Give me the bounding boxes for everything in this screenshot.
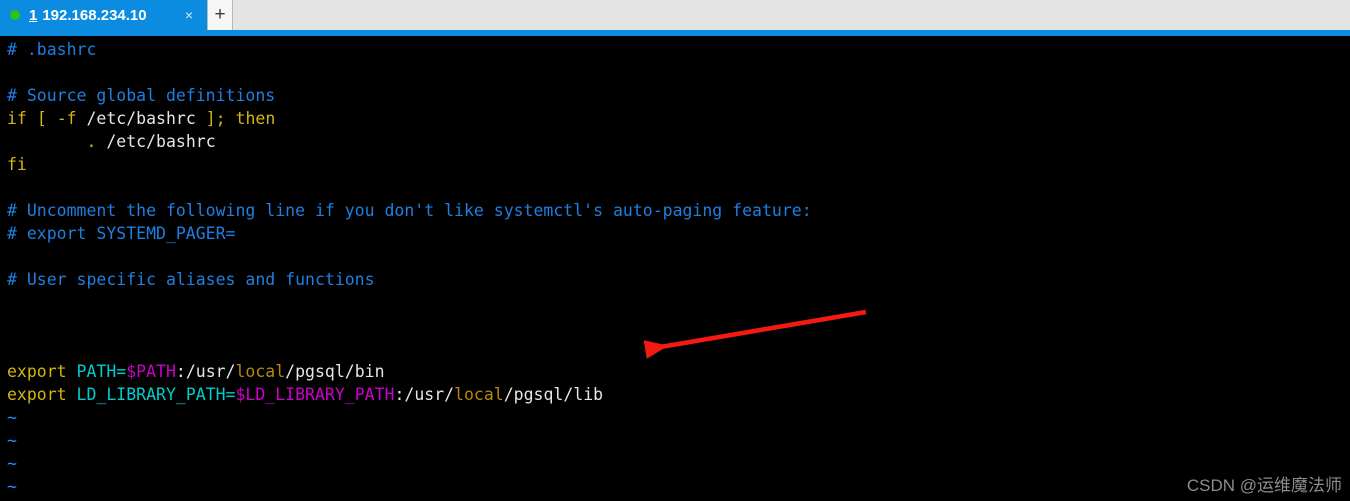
close-icon[interactable]: × xyxy=(185,8,193,22)
terminal-text-segment: ~ xyxy=(7,431,17,450)
terminal-text-segment: ]; xyxy=(205,109,226,128)
terminal-text-segment: $PATH xyxy=(126,362,176,381)
terminal-text-segment: # Source global definitions xyxy=(7,86,276,105)
terminal-line: . /etc/bashrc xyxy=(7,130,1350,153)
tab-index-label: 1 xyxy=(29,6,38,24)
terminal-text-segment: # export SYSTEMD_PAGER= xyxy=(7,224,236,243)
terminal-text-segment: :/usr/ xyxy=(394,385,455,404)
terminal-line: # .bashrc xyxy=(7,38,1350,61)
watermark-text: CSDN @运维魔法师 xyxy=(1186,476,1342,495)
connection-status-dot-icon xyxy=(10,10,20,20)
terminal-text-segment: /pgsql/bin xyxy=(285,362,385,381)
terminal-line: ~ xyxy=(7,429,1350,452)
terminal-text-segment: then xyxy=(235,109,276,128)
terminal-text-segment: /pgsql/lib xyxy=(503,385,604,404)
terminal-line: export PATH=$PATH:/usr/local/pgsql/bin xyxy=(7,360,1350,383)
terminal-text-segment: LD_LIBRARY_PATH= xyxy=(76,385,236,404)
terminal-window: 1 192.168.234.10 × + # .bashrc # Source g… xyxy=(0,0,1350,501)
terminal-line: # Source global definitions xyxy=(7,84,1350,107)
terminal-line: if [ -f /etc/bashrc ]; then xyxy=(7,107,1350,130)
terminal-text-segment: /etc/bashrc xyxy=(96,132,216,151)
terminal-text-segment: $LD_LIBRARY_PATH xyxy=(235,385,395,404)
terminal-text-segment: ~ xyxy=(7,454,17,473)
new-tab-button[interactable]: + xyxy=(207,0,233,30)
terminal-text-segment: local xyxy=(454,385,504,404)
terminal-text-segment: [ xyxy=(36,109,47,128)
terminal-line: ~ xyxy=(7,475,1350,498)
terminal-text-segment: # User specific aliases and functions xyxy=(7,270,375,289)
terminal-text-segment: export xyxy=(7,385,67,404)
tab-bar-empty-area xyxy=(233,0,1350,30)
terminal-line: # export SYSTEMD_PAGER= xyxy=(7,222,1350,245)
terminal-line: fi xyxy=(7,153,1350,176)
terminal-text-segment: -f xyxy=(56,109,77,128)
tab-bar: 1 192.168.234.10 × + xyxy=(0,0,1350,30)
terminal-text-segment: ~ xyxy=(7,408,17,427)
terminal-text-segment: /etc/bashrc xyxy=(76,109,206,128)
terminal-text-segment: fi xyxy=(7,155,27,174)
terminal-text-segment: local xyxy=(235,362,286,381)
terminal-text-segment: ~ xyxy=(7,477,17,496)
terminal-text-segment: export xyxy=(7,362,67,381)
terminal-text-segment: # Uncomment the following line if you do… xyxy=(7,201,812,220)
terminal-line: # Uncomment the following line if you do… xyxy=(7,199,1350,222)
terminal-text-segment: :/usr/ xyxy=(175,362,236,381)
terminal-text-segment: PATH= xyxy=(76,362,127,381)
terminal-line: # User specific aliases and functions xyxy=(7,268,1350,291)
terminal-text-segment: # .bashrc xyxy=(7,40,97,59)
terminal-line: ~ xyxy=(7,452,1350,475)
tab-session-1[interactable]: 1 192.168.234.10 × xyxy=(0,0,207,30)
terminal-line: export LD_LIBRARY_PATH=$LD_LIBRARY_PATH:… xyxy=(7,383,1350,406)
tab-title-label: 192.168.234.10 xyxy=(42,6,147,24)
terminal-line: ~ xyxy=(7,406,1350,429)
terminal-text-segment: if xyxy=(7,109,27,128)
terminal-text-segment: . xyxy=(86,132,97,151)
terminal-output[interactable]: # .bashrc # Source global definitions if [… xyxy=(0,36,1350,501)
